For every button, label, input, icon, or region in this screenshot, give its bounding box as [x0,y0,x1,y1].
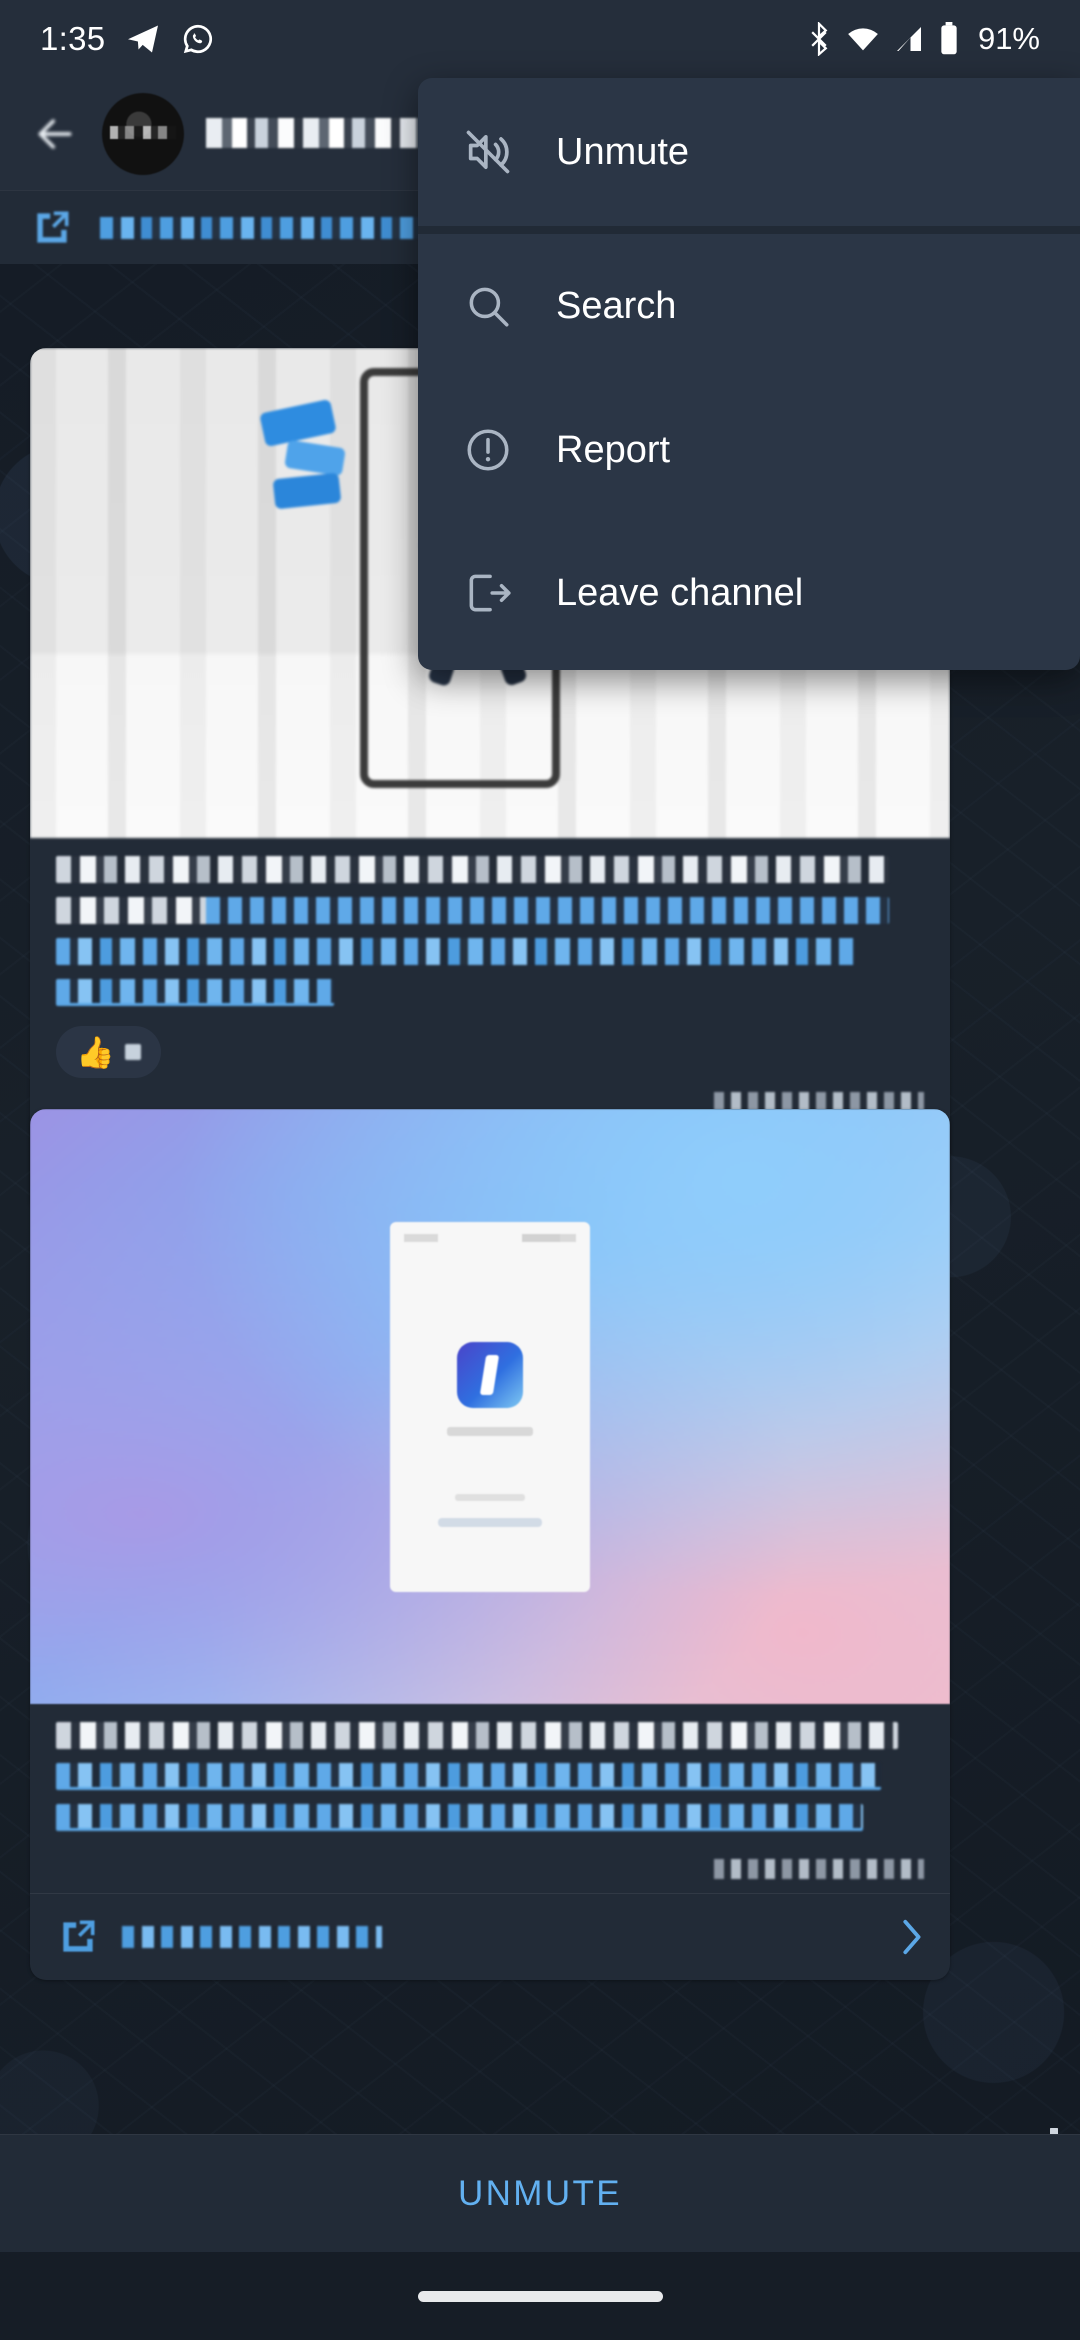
thumbs-up-icon: 👍 [76,1034,115,1070]
mockup-subtitle [455,1493,525,1501]
menu-item-label: Unmute [556,130,690,173]
mute-off-icon [462,126,514,178]
status-bar-left: 1:35 [40,20,215,58]
app-mockup-card [390,1221,590,1592]
search-icon [462,280,514,332]
message-line-link[interactable] [56,1763,881,1790]
status-bar: 1:35 91% [0,0,1080,78]
home-gesture-pill[interactable] [417,2290,663,2302]
pinned-message-text [100,216,460,239]
message-line [56,856,890,883]
battery-percent-label: 91% [977,21,1040,56]
menu-item-search[interactable]: Search [418,234,1080,378]
message-line-link[interactable] [56,1804,864,1831]
reaction-count [124,1044,141,1060]
menu-item-leave-channel[interactable]: Leave channel [418,522,1080,664]
message-meta [30,1855,950,1893]
back-button[interactable] [22,101,88,167]
message-photo[interactable] [30,1109,950,1704]
system-navigation-bar [0,2252,1080,2340]
message-text: 👍 [30,838,950,1088]
unmute-button[interactable]: UNMUTE [0,2134,1080,2252]
message-bubble[interactable] [30,1109,950,1980]
signal-bars-watermark [1026,1402,1058,2150]
app-logo-icon [457,1341,523,1408]
message-footer-label [122,1926,382,1948]
menu-separator [418,226,1080,234]
mockup-status-bar [404,1233,576,1242]
report-exclamation-icon [462,424,514,476]
menu-item-report[interactable]: Report [418,378,1080,522]
message-line [56,1722,898,1749]
menu-item-label: Search [556,284,677,327]
unmute-button-label: UNMUTE [457,2173,623,2213]
mockup-button [438,1517,542,1527]
message-text [30,1704,950,1855]
comments-icon [63,1920,95,1952]
status-bar-clock: 1:35 [40,20,106,57]
message-line-link[interactable] [56,938,855,965]
menu-item-unmute[interactable]: Unmute [418,78,1080,226]
menu-item-label: Leave channel [556,571,804,614]
leave-exit-icon [462,567,514,619]
avatar[interactable] [102,93,184,175]
bluetooth-icon [811,22,828,56]
message-views-time [714,1859,924,1879]
phone-screen: 1:35 91% 👍 Unmute Search Report Leave ch… [0,0,1080,2340]
whatsapp-icon [184,24,213,54]
chevron-right-icon[interactable] [898,1918,924,1956]
context-menu[interactable]: Unmute Search Report Leave channel [418,78,1080,670]
cellular-signal-icon [896,27,921,51]
pinned-message-icon [37,211,69,243]
message-line[interactable] [56,897,890,924]
menu-item-label: Report [556,428,671,471]
back-arrow-icon [38,119,72,149]
battery-icon [941,22,957,55]
mockup-title [447,1426,533,1436]
message-footer[interactable] [30,1894,950,1980]
wifi-icon [848,28,878,51]
telegram-icon [128,25,159,53]
message-line-link[interactable] [56,979,334,1006]
reaction-badge[interactable]: 👍 [56,1026,161,1078]
status-bar-right: 91% [806,21,1040,57]
